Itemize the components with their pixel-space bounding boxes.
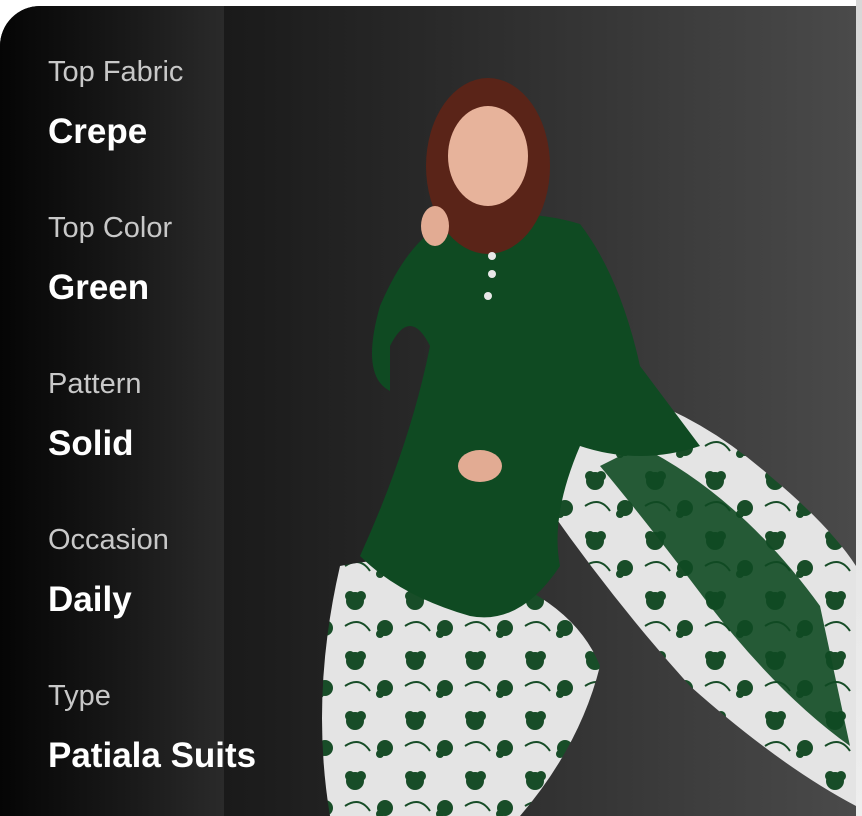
attribute-type: Type Patiala Suits [48, 676, 256, 816]
attribute-top-fabric: Top Fabric Crepe [48, 52, 256, 208]
attribute-occasion: Occasion Daily [48, 520, 256, 676]
attribute-top-color: Top Color Green [48, 208, 256, 364]
attribute-label: Pattern [48, 368, 142, 400]
attribute-label: Occasion [48, 524, 169, 556]
attribute-value: Patiala Suits [48, 736, 257, 775]
attribute-pattern: Pattern Solid [48, 364, 256, 520]
attributes-list: Top Fabric Crepe Top Color Green Pattern… [48, 52, 256, 816]
attribute-value: Solid [48, 424, 134, 463]
attribute-value: Green [48, 268, 150, 307]
attribute-label: Type [48, 680, 111, 712]
face [448, 106, 528, 206]
attribute-value: Crepe [48, 112, 148, 151]
page-edge [856, 0, 862, 816]
product-details-card: Top Fabric Crepe Top Color Green Pattern… [0, 6, 856, 816]
product-image[interactable] [220, 46, 856, 816]
attribute-label: Top Color [48, 212, 173, 244]
attribute-value: Daily [48, 580, 132, 619]
attribute-label: Top Fabric [48, 56, 184, 88]
